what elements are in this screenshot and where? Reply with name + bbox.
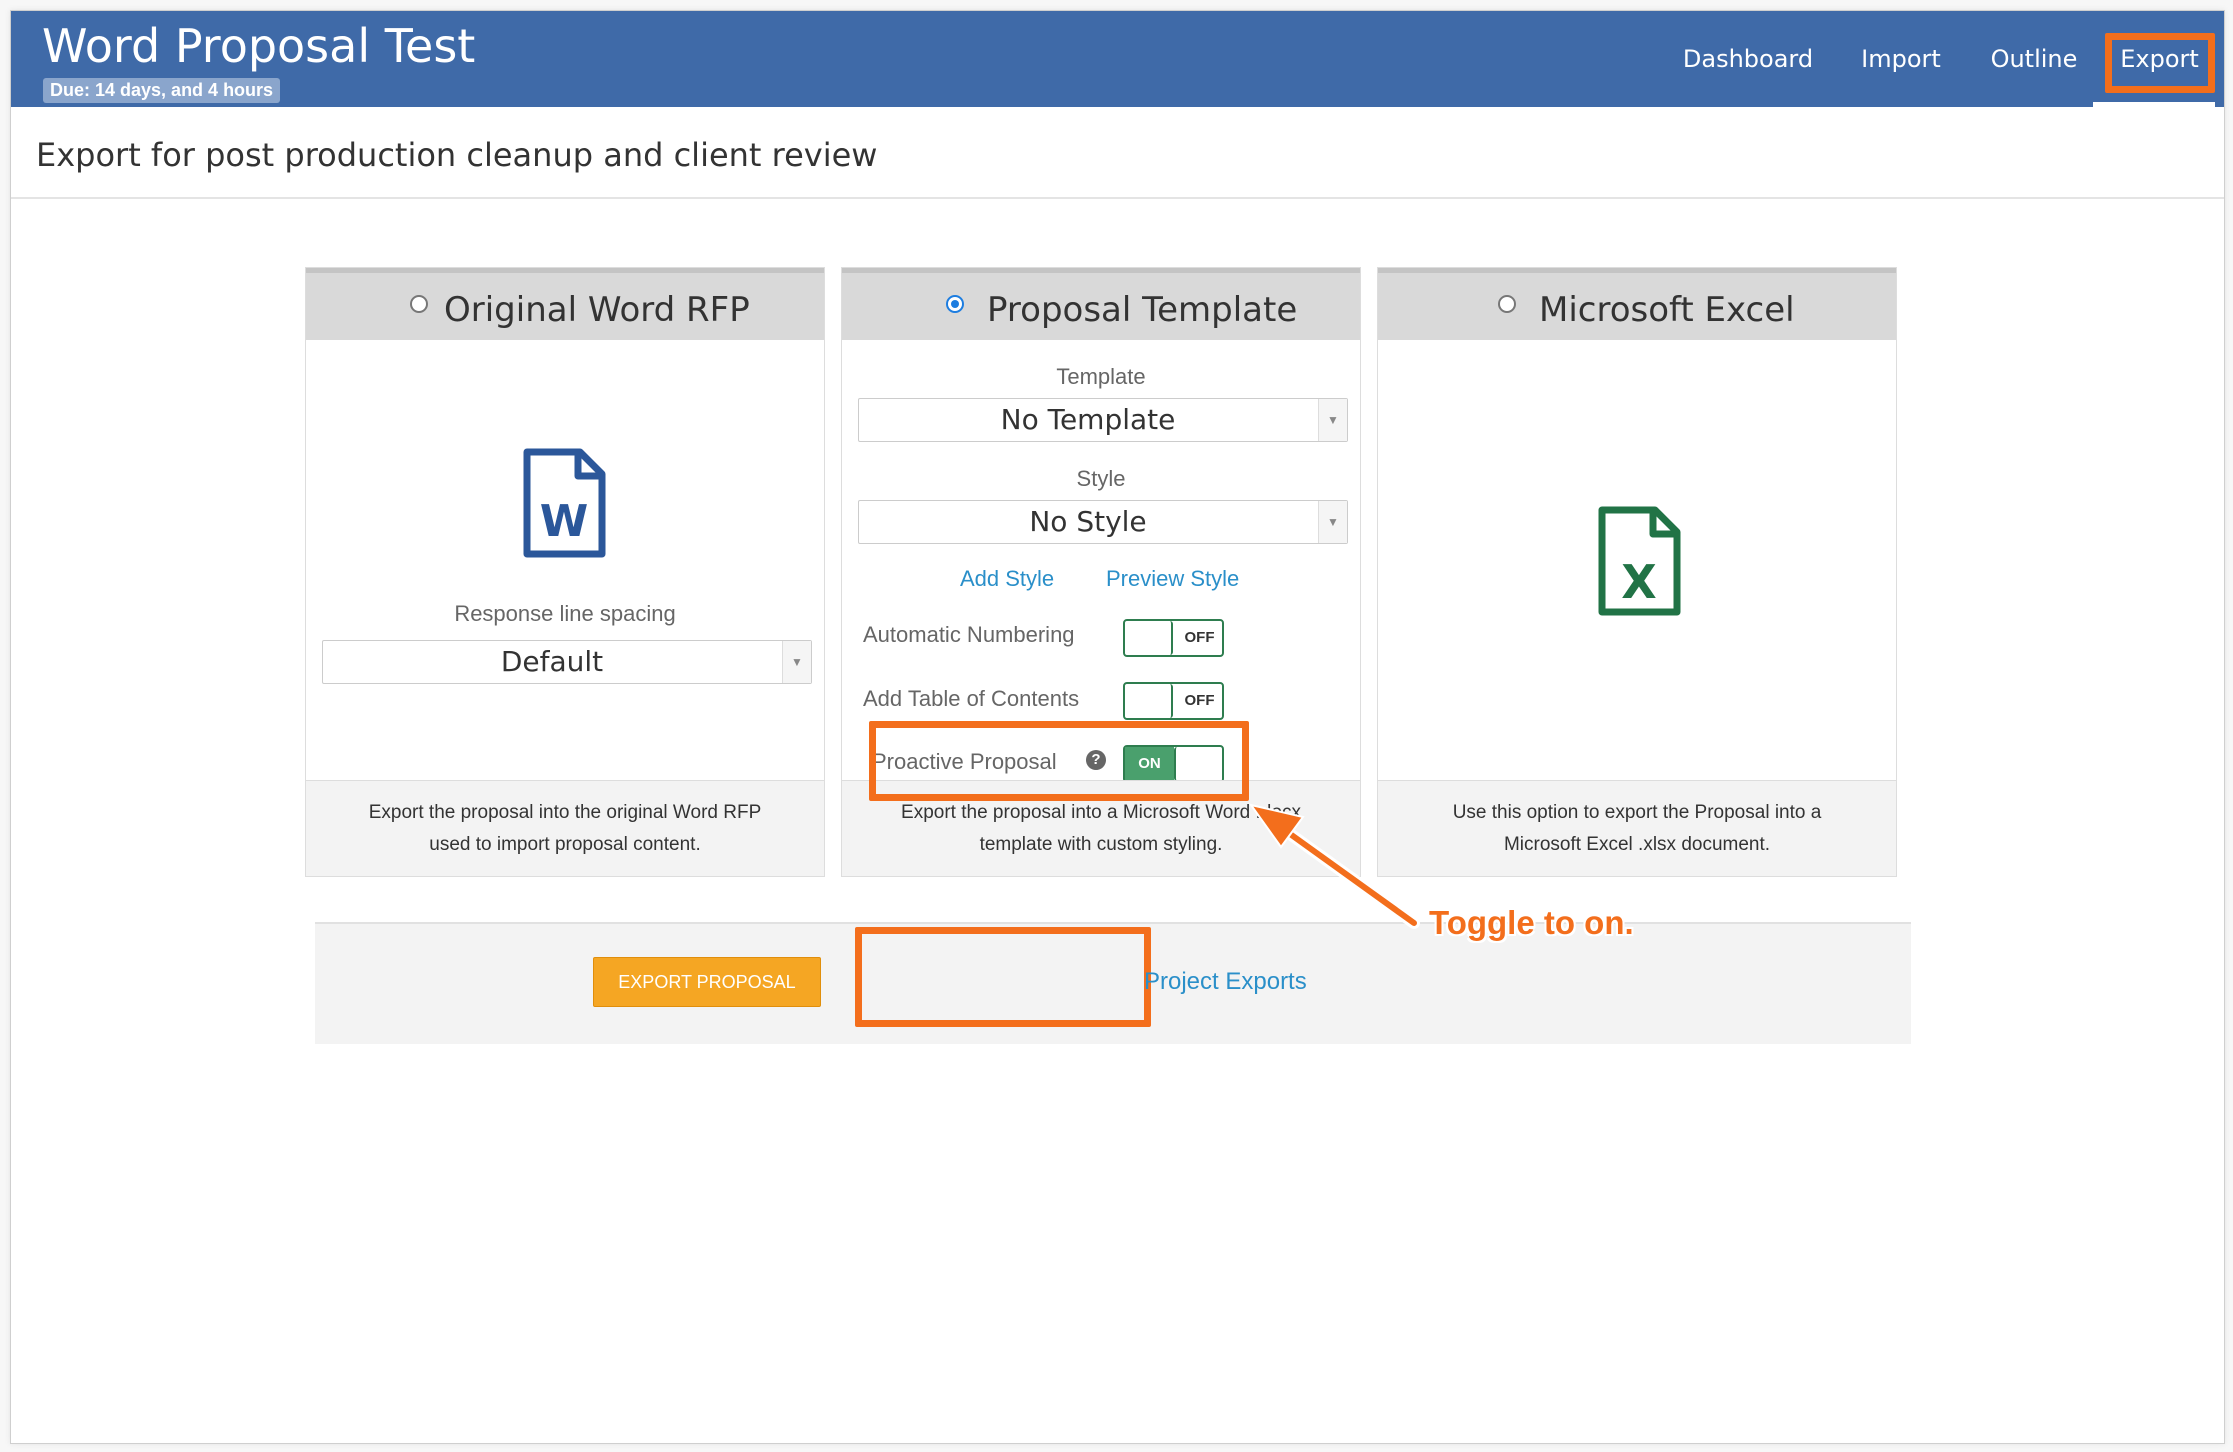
app-window: Word Proposal Test Due: 14 days, and 4 h… [10, 10, 2225, 1444]
annotation-callout: Toggle to on. [1429, 904, 1634, 941]
annotation-arrow [1248, 803, 1420, 929]
